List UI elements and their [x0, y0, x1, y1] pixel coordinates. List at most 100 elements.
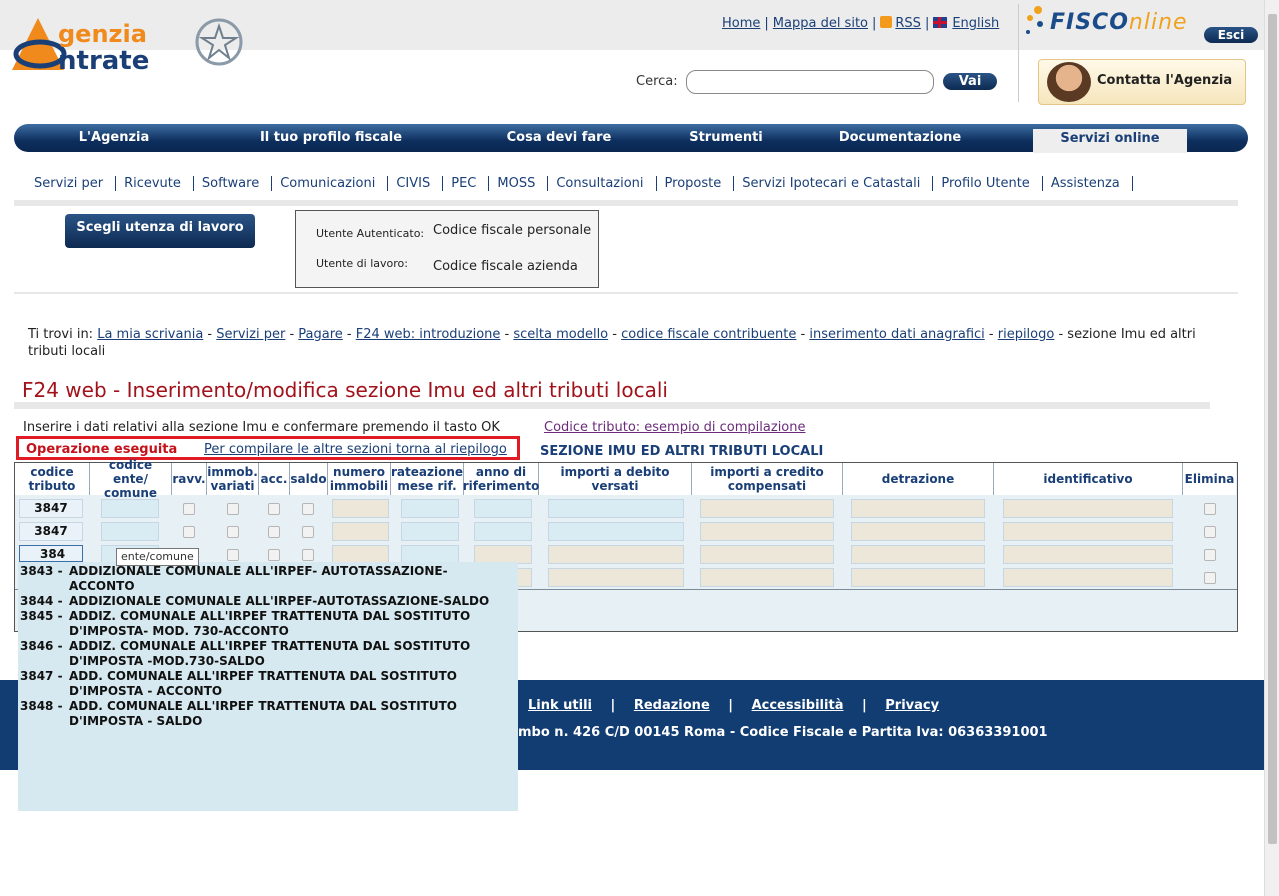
crumb-servizi-per[interactable]: Servizi per: [216, 327, 285, 342]
ravv-checkbox[interactable]: [183, 526, 195, 538]
credito-input[interactable]: [700, 522, 834, 541]
ravv-checkbox[interactable]: [183, 503, 195, 515]
immob-variati-checkbox[interactable]: [227, 503, 239, 515]
credito-input[interactable]: [700, 545, 834, 564]
crumb-scelta-modello[interactable]: scelta modello: [513, 327, 608, 342]
detrazione-input[interactable]: [851, 499, 985, 518]
home-link[interactable]: Home: [722, 16, 760, 31]
work-user-value: Codice fiscale azienda: [433, 259, 578, 274]
anno-input[interactable]: [474, 499, 532, 518]
subnav-ricevute[interactable]: Ricevute: [124, 176, 194, 191]
rss-link[interactable]: RSS: [895, 16, 921, 31]
footer-links: Link utili | Redazione | Accessibilità |…: [528, 698, 940, 713]
detrazione-input[interactable]: [851, 568, 985, 587]
credito-input[interactable]: [700, 499, 834, 518]
elimina-checkbox[interactable]: [1204, 503, 1216, 515]
nav-strumenti[interactable]: Strumenti: [664, 124, 788, 152]
ente-comune-tooltip: ente/comune: [116, 548, 199, 566]
codice-ente-input[interactable]: [101, 499, 159, 518]
contact-agency-button[interactable]: Contatta l'Agenzia: [1038, 59, 1246, 105]
credito-input[interactable]: [700, 568, 834, 587]
header-divider: [1018, 4, 1019, 102]
footer-link-privacy[interactable]: Privacy: [885, 698, 939, 713]
detrazione-input[interactable]: [851, 522, 985, 541]
anno-input[interactable]: [474, 522, 532, 541]
numero-immobili-input[interactable]: [332, 499, 389, 518]
detrazione-input[interactable]: [851, 545, 985, 564]
auth-user-label: Utente Autenticato:: [316, 227, 425, 240]
crumb-f24-intro[interactable]: F24 web: introduzione: [356, 327, 501, 342]
codice-tributo-input-active[interactable]: 384: [19, 545, 83, 562]
user-info-box: Utente Autenticato: Codice fiscale perso…: [295, 210, 599, 288]
identificativo-input[interactable]: [1003, 499, 1173, 518]
footer-link-accessibilita[interactable]: Accessibilità: [752, 698, 844, 713]
identificativo-input[interactable]: [1003, 522, 1173, 541]
th-detrazione: detrazione: [843, 463, 994, 495]
numero-immobili-input[interactable]: [332, 522, 389, 541]
codice-tributo-input[interactable]: 3847: [19, 499, 83, 518]
status-ok-text: Operazione eseguita: [26, 442, 178, 457]
emblem-icon: [195, 18, 243, 66]
nav-documentazione[interactable]: Documentazione: [820, 124, 980, 152]
th-saldo: saldo: [290, 463, 328, 495]
english-link[interactable]: English: [952, 16, 999, 31]
nav-servizi-online[interactable]: Servizi online: [1033, 129, 1187, 153]
saldo-checkbox[interactable]: [302, 526, 314, 538]
debito-input[interactable]: [548, 522, 684, 541]
subnav-software[interactable]: Software: [201, 176, 273, 191]
rateazione-input[interactable]: [401, 499, 459, 518]
codice-tributo-input[interactable]: 3847: [19, 522, 83, 541]
search-button[interactable]: Vai: [943, 73, 997, 90]
page-scrollbar[interactable]: [1264, 0, 1279, 896]
identificativo-input[interactable]: [1003, 545, 1173, 564]
elimina-checkbox[interactable]: [1204, 572, 1216, 584]
immob-variati-checkbox[interactable]: [227, 549, 239, 561]
subnav-servizi-ipotecari[interactable]: Servizi Ipotecari e Catastali: [742, 176, 934, 191]
acc-checkbox[interactable]: [268, 526, 280, 538]
footer-link-redazione[interactable]: Redazione: [634, 698, 710, 713]
subnav-consultazioni[interactable]: Consultazioni: [556, 176, 657, 191]
debito-input[interactable]: [548, 568, 684, 587]
choose-work-user-button[interactable]: Scegli utenza di lavoro: [65, 214, 255, 248]
elimina-checkbox[interactable]: [1204, 549, 1216, 561]
th-importi-debito: importi a debito versati: [539, 463, 692, 495]
elimina-checkbox[interactable]: [1204, 526, 1216, 538]
fisconline-logo: FISCOnline: [1050, 10, 1188, 35]
subnav-profilo-utente[interactable]: Profilo Utente: [941, 176, 1043, 191]
saldo-checkbox[interactable]: [302, 503, 314, 515]
debito-input[interactable]: [548, 545, 684, 564]
rateazione-input[interactable]: [401, 522, 459, 541]
nav-agenzia[interactable]: L'Agenzia: [44, 124, 184, 152]
esci-button[interactable]: Esci: [1204, 27, 1258, 43]
immob-variati-checkbox[interactable]: [227, 526, 239, 538]
agenzia-entrate-logo[interactable]: genzia ntrate: [8, 14, 248, 76]
footer-link-utili[interactable]: Link utili: [528, 698, 592, 713]
nav-profilo-fiscale[interactable]: Il tuo profilo fiscale: [236, 124, 426, 152]
acc-checkbox[interactable]: [268, 503, 280, 515]
identificativo-input[interactable]: [1003, 568, 1173, 587]
codice-ente-input[interactable]: [101, 522, 159, 541]
back-to-summary-link[interactable]: Per compilare le altre sezioni torna al …: [204, 442, 507, 457]
nav-cosa-devi-fare[interactable]: Cosa devi fare: [484, 124, 634, 152]
subnav-civis[interactable]: CIVIS: [396, 176, 444, 191]
debito-input[interactable]: [548, 499, 684, 518]
subnav-pec[interactable]: PEC: [451, 176, 490, 191]
scrollbar-thumb[interactable]: [1268, 14, 1277, 844]
crumb-scrivania[interactable]: La mia scrivania: [97, 327, 203, 342]
acc-checkbox[interactable]: [268, 549, 280, 561]
crumb-pagare[interactable]: Pagare: [298, 327, 343, 342]
subnav-servizi-per[interactable]: Servizi per: [34, 176, 117, 191]
rss-icon: [880, 16, 893, 28]
example-link[interactable]: Codice tributo: esempio di compilazione: [544, 420, 806, 435]
th-acc: acc.: [259, 463, 290, 495]
crumb-dati-anagrafici[interactable]: inserimento dati anagrafici: [809, 327, 984, 342]
sitemap-link[interactable]: Mappa del sito: [773, 16, 868, 31]
subnav-moss[interactable]: MOSS: [497, 176, 549, 191]
subnav-assistenza[interactable]: Assistenza: [1050, 176, 1133, 191]
subnav-comunicazioni[interactable]: Comunicazioni: [280, 176, 389, 191]
crumb-riepilogo[interactable]: riepilogo: [998, 327, 1055, 342]
search-input[interactable]: [686, 70, 934, 94]
saldo-checkbox[interactable]: [302, 549, 314, 561]
crumb-codice-fiscale[interactable]: codice fiscale contribuente: [621, 327, 796, 342]
subnav-proposte[interactable]: Proposte: [664, 176, 735, 191]
